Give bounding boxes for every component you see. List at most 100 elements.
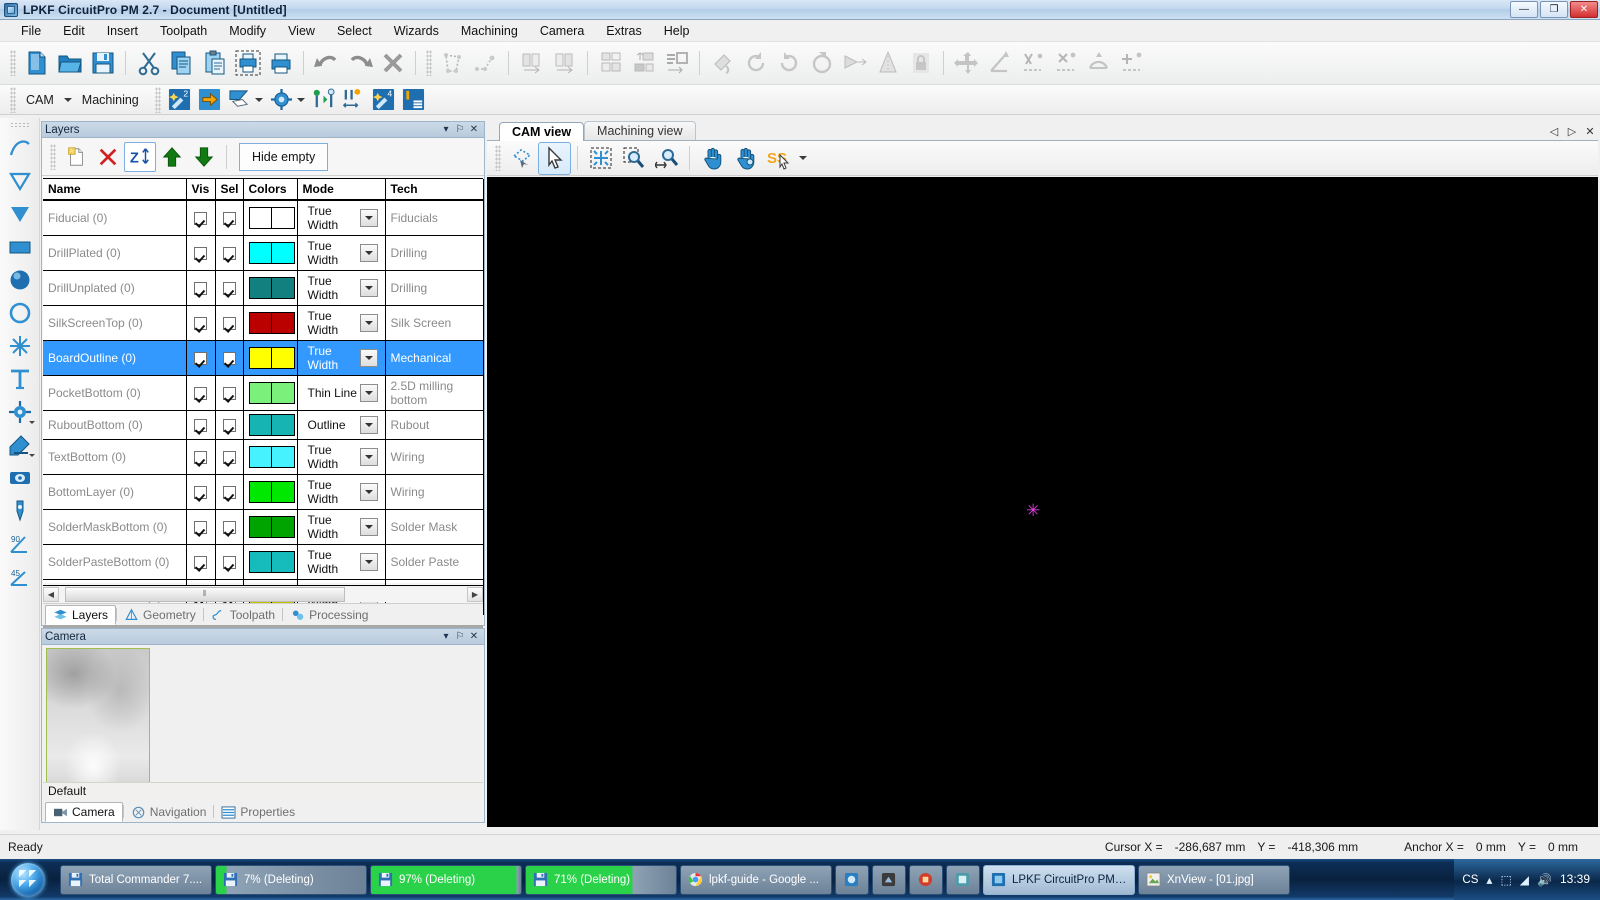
menu-camera[interactable]: Camera [529,21,595,41]
layer-selectable-checkbox[interactable] [215,439,244,475]
checkbox-icon[interactable] [194,419,207,433]
move-up-icon[interactable] [156,142,188,172]
color-swatch-icon[interactable] [248,382,295,404]
pin-icon[interactable]: ⚐ [453,123,467,137]
layer-tech-value[interactable]: Solder Paste [385,544,484,580]
pin-icon[interactable]: ⚐ [453,630,467,644]
chevron-down-icon[interactable] [359,314,378,332]
checkbox-icon[interactable] [222,521,236,535]
measure-angle-icon[interactable] [983,47,1016,80]
layer-tech-value[interactable]: 2.5D milling bottom [385,375,484,411]
trim-icon[interactable] [1016,47,1049,80]
chevron-down-icon[interactable] [799,156,807,160]
toolbar-grip[interactable] [426,50,432,76]
cam-canvas[interactable]: ✳ [487,177,1598,827]
insert-line-icon[interactable] [3,131,37,164]
menu-wizards[interactable]: Wizards [383,21,450,41]
zoom-fit-icon[interactable] [584,142,617,175]
layer-mode-dropdown[interactable]: True Width [297,509,386,545]
layer-name[interactable]: PocketBottom (0) [43,375,187,411]
chevron-down-icon[interactable] [359,448,378,466]
layer-mode-dropdown[interactable]: Thin Line [297,375,386,411]
layer-mode-dropdown[interactable]: True Width [297,544,386,580]
tab-cam-view[interactable]: CAM view [499,122,585,141]
insert-triangle-icon[interactable] [3,164,37,197]
layer-mode-dropdown[interactable]: True Width [297,305,386,341]
layer-name[interactable]: SilkScreenTop (0) [43,305,187,341]
menu-edit[interactable]: Edit [52,21,96,41]
col-colors[interactable]: Colors [243,179,298,201]
pan-dynamic-icon[interactable] [729,142,762,175]
layer-visible-checkbox[interactable] [186,544,216,580]
new-document-icon[interactable] [20,47,53,80]
dock-menu-icon[interactable]: ▾ [439,123,453,137]
layer-color-swatch[interactable] [243,439,298,475]
checkbox-icon[interactable] [194,352,207,366]
tray-volume-icon[interactable]: 🔊 [1537,873,1552,887]
insert-pad-icon[interactable] [3,461,37,494]
chevron-down-icon[interactable] [254,97,263,102]
new-layer-icon[interactable] [60,142,92,172]
layer-color-swatch[interactable] [243,200,298,236]
col-name[interactable]: Name [43,179,187,201]
table-row[interactable]: TextBottom (0) True Width Wiring [43,439,484,475]
cut-scissors-icon[interactable] [132,47,165,80]
offset-shape-icon[interactable] [515,47,548,80]
layer-visible-checkbox[interactable] [186,305,216,341]
scrollbar-thumb[interactable]: ⦀ [65,586,345,602]
taskbar-button[interactable] [835,864,869,895]
color-swatch-icon[interactable] [248,446,295,468]
layer-selectable-checkbox[interactable] [215,375,244,411]
menu-insert[interactable]: Insert [96,21,149,41]
checkbox-icon[interactable] [194,282,207,296]
tab-navigation[interactable]: Navigation [124,802,214,822]
insert-rubout-icon[interactable] [3,428,37,461]
layer-tech-value[interactable]: Fiducials [385,200,484,236]
measure-45-icon[interactable]: 45 [3,560,37,593]
path-nodes-icon[interactable] [469,47,502,80]
chevron-down-icon[interactable] [359,279,378,297]
snap-icon[interactable]: SS [762,142,795,175]
layer-visible-checkbox[interactable] [186,474,216,510]
taskbar-button[interactable]: lpkf-guide - Google ... [680,864,832,895]
isolate-icon[interactable] [225,87,255,113]
cam-wizard-2-icon[interactable]: 2 [165,87,195,113]
open-folder-icon[interactable] [53,47,86,80]
copy-icon[interactable] [165,47,198,80]
layer-visible-checkbox[interactable] [186,509,216,545]
tab-geometry[interactable]: Geometry [117,605,203,625]
toolbar-grip[interactable] [154,86,161,113]
checkbox-icon[interactable] [222,387,236,401]
layer-name[interactable]: SolderPasteBottom (0) [43,544,187,580]
dock-menu-icon[interactable]: ▾ [439,630,453,644]
col-vis[interactable]: Vis [186,179,216,201]
checkbox-icon[interactable] [194,556,207,570]
tool-change-icon[interactable] [339,87,369,113]
layer-name[interactable]: BoardOutline (0) [43,340,187,376]
insert-fiducial-icon[interactable] [3,395,37,428]
layer-visible-checkbox[interactable] [186,340,216,376]
checkbox-icon[interactable] [222,282,236,296]
start-button[interactable] [0,859,56,900]
rotate-ccw-icon[interactable] [772,47,805,80]
tab-layers[interactable]: Layers [45,605,117,625]
insert-text-icon[interactable] [3,362,37,395]
menu-extras[interactable]: Extras [595,21,652,41]
table-row[interactable]: BottomLayer (0) True Width Wiring [43,474,484,510]
move-icon[interactable] [950,47,983,80]
layer-tech-value[interactable]: Drilling [385,270,484,306]
table-row[interactable]: DrillPlated (0) True Width Drilling [43,235,484,271]
layers-horizontal-scrollbar[interactable]: ◀ ⦀ ▶ [43,585,483,602]
tab-machining-view[interactable]: Machining view [584,121,696,140]
layer-selectable-checkbox[interactable] [215,474,244,510]
checkbox-icon[interactable] [194,212,207,226]
layer-tech-value[interactable]: Solder Mask [385,509,484,545]
tab-properties[interactable]: Properties [214,802,302,822]
close-icon[interactable]: ✕ [467,123,481,137]
toolbar-grip[interactable] [9,122,30,127]
layer-selectable-checkbox[interactable] [215,544,244,580]
chevron-down-icon[interactable] [359,349,378,367]
layer-name[interactable]: DrillUnplated (0) [43,270,187,306]
col-mode[interactable]: Mode [297,179,386,201]
minimize-button[interactable]: — [1510,1,1538,18]
